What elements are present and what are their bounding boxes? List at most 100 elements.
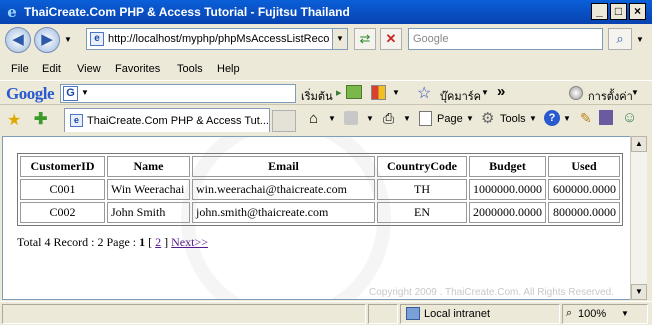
chevron-down-icon[interactable]: ▼: [529, 114, 537, 123]
chevron-down-icon[interactable]: ▼: [403, 114, 411, 123]
status-bar: Local intranet ⌕ 100% ▼: [0, 301, 652, 325]
page-icon: e: [70, 114, 83, 127]
scroll-down-icon[interactable]: ▼: [631, 284, 647, 300]
zoom-control[interactable]: ⌕ 100% ▼: [562, 304, 648, 324]
bookmarks-button[interactable]: บุ๊คมาร์ค: [440, 87, 481, 105]
maximize-button[interactable]: □: [610, 3, 627, 20]
page-menu-icon[interactable]: [419, 111, 432, 126]
table-row: C001 Win Weerachai win.weerachai@thaicre…: [20, 179, 620, 200]
address-toolbar: ◀ ▶ ▼ e http://localhost/myphp/phpMsAcce…: [0, 24, 652, 58]
menu-edit[interactable]: Edit: [42, 63, 61, 75]
title-bar: e ThaiCreate.Com PHP & Access Tutorial -…: [0, 0, 652, 24]
settings-button[interactable]: การตั้งค่า: [588, 87, 633, 105]
menu-help[interactable]: Help: [217, 63, 240, 75]
cell-customerid: C001: [20, 179, 105, 200]
menu-file[interactable]: File: [11, 63, 29, 75]
page-icon: e: [90, 32, 104, 46]
settings-icon[interactable]: [569, 86, 583, 100]
chevron-down-icon[interactable]: ▼: [81, 88, 89, 97]
menu-bar: File Edit View Favorites Tools Help: [0, 58, 652, 80]
bookshelf-icon[interactable]: [599, 110, 613, 125]
cell-budget: 1000000.0000: [469, 179, 546, 200]
zone-panel: Local intranet: [400, 304, 560, 324]
zoom-level: 100%: [578, 308, 607, 320]
add-favorites-icon[interactable]: ✚: [34, 109, 47, 129]
header-budget: Budget: [469, 156, 546, 177]
chevron-down-icon[interactable]: ▼: [392, 88, 400, 97]
chevron-down-icon[interactable]: ▼: [631, 88, 639, 97]
pagination: Total 4 Record : 2 Page : 1 [ 2 ] Next>>: [17, 235, 208, 250]
favorites-star-icon[interactable]: ★: [7, 110, 21, 130]
table-row: C002 John Smith john.smith@thaicreate.co…: [20, 202, 620, 223]
vertical-scrollbar[interactable]: ▲ ▼: [630, 136, 647, 300]
google-start-button[interactable]: เริ่มต้น: [301, 87, 333, 105]
cell-used: 600000.0000: [548, 179, 620, 200]
forward-button[interactable]: ▶: [34, 27, 60, 53]
header-name: Name: [107, 156, 190, 177]
page-menu-button[interactable]: Page: [437, 113, 463, 125]
google-search-input[interactable]: G ▼: [60, 84, 296, 103]
print-icon[interactable]: ⎙: [383, 110, 394, 127]
status-message: [2, 304, 366, 324]
star-icon[interactable]: ☆: [417, 83, 431, 103]
google-g-icon: G: [63, 86, 78, 101]
pager-page-2-link[interactable]: 2: [155, 235, 161, 249]
menu-view[interactable]: View: [77, 63, 101, 75]
google-logo: Google: [6, 84, 55, 103]
tab-label: ThaiCreate.Com PHP & Access Tut...: [87, 115, 269, 127]
refresh-button[interactable]: ⇄: [354, 28, 376, 50]
menu-tools[interactable]: Tools: [177, 63, 203, 75]
table-header-row: CustomerID Name Email CountryCode Budget…: [20, 156, 620, 177]
cell-budget: 2000000.0000: [469, 202, 546, 223]
address-dropdown-icon[interactable]: ▼: [332, 29, 347, 49]
back-button[interactable]: ◀: [5, 27, 31, 53]
cell-email: win.weerachai@thaicreate.com: [192, 179, 375, 200]
copyright-text: Copyright 2009 . ThaiCreate.Com. All Rig…: [369, 287, 614, 298]
tab-thaicreate[interactable]: e ThaiCreate.Com PHP & Access Tut...: [64, 108, 270, 132]
address-input[interactable]: http://localhost/myphp/phpMsAccessListRe…: [108, 33, 330, 45]
customer-table: CustomerID Name Email CountryCode Budget…: [17, 153, 623, 226]
search-icon[interactable]: ⌕: [608, 28, 632, 50]
stop-button[interactable]: ✕: [380, 28, 402, 50]
status-cell: [368, 304, 398, 324]
search-input[interactable]: Google: [408, 28, 603, 50]
chevron-down-icon[interactable]: ▼: [466, 114, 474, 123]
cell-name: Win Weerachai: [107, 179, 190, 200]
header-customerid: CustomerID: [20, 156, 105, 177]
cell-used: 800000.0000: [548, 202, 620, 223]
chevron-down-icon[interactable]: ▼: [481, 88, 489, 97]
home-icon[interactable]: ⌂: [309, 110, 318, 127]
close-button[interactable]: ×: [629, 3, 646, 20]
scroll-up-icon[interactable]: ▲: [631, 136, 647, 152]
help-icon[interactable]: ?: [544, 110, 560, 126]
cell-countrycode: TH: [377, 179, 467, 200]
zone-label: Local intranet: [424, 308, 491, 320]
cell-countrycode: EN: [377, 202, 467, 223]
chevron-down-icon[interactable]: ▼: [328, 114, 336, 123]
address-bar[interactable]: e http://localhost/myphp/phpMsAccessList…: [86, 28, 348, 50]
search-options-icon[interactable]: ▼: [636, 35, 644, 44]
chevron-down-icon[interactable]: ▼: [621, 309, 629, 318]
magnifier-icon: ⌕: [566, 307, 573, 319]
gmail-icon[interactable]: [371, 85, 386, 100]
minimize-button[interactable]: _: [591, 3, 608, 20]
research-icon[interactable]: ✎: [580, 110, 592, 127]
chevron-down-icon[interactable]: ▼: [366, 114, 374, 123]
cell-customerid: C002: [20, 202, 105, 223]
page-content: CustomerID Name Email CountryCode Budget…: [2, 136, 630, 300]
new-tab-button[interactable]: [272, 110, 296, 132]
more-button[interactable]: »: [497, 83, 505, 100]
history-dropdown-icon[interactable]: ▼: [64, 35, 72, 44]
pager-next-link[interactable]: Next>>: [171, 235, 208, 249]
chevron-down-icon[interactable]: ▼: [563, 114, 571, 123]
feeds-icon[interactable]: [344, 111, 358, 125]
cell-email: john.smith@thaicreate.com: [192, 202, 375, 223]
pager-close-bracket: ]: [164, 235, 169, 249]
tools-menu-button[interactable]: Tools: [500, 113, 526, 125]
messenger-icon[interactable]: ☺: [622, 109, 637, 126]
header-countrycode: CountryCode: [377, 156, 467, 177]
picture-icon[interactable]: [346, 85, 362, 99]
cell-name: John Smith: [107, 202, 190, 223]
menu-favorites[interactable]: Favorites: [115, 63, 160, 75]
gear-icon[interactable]: ⚙: [481, 109, 494, 127]
